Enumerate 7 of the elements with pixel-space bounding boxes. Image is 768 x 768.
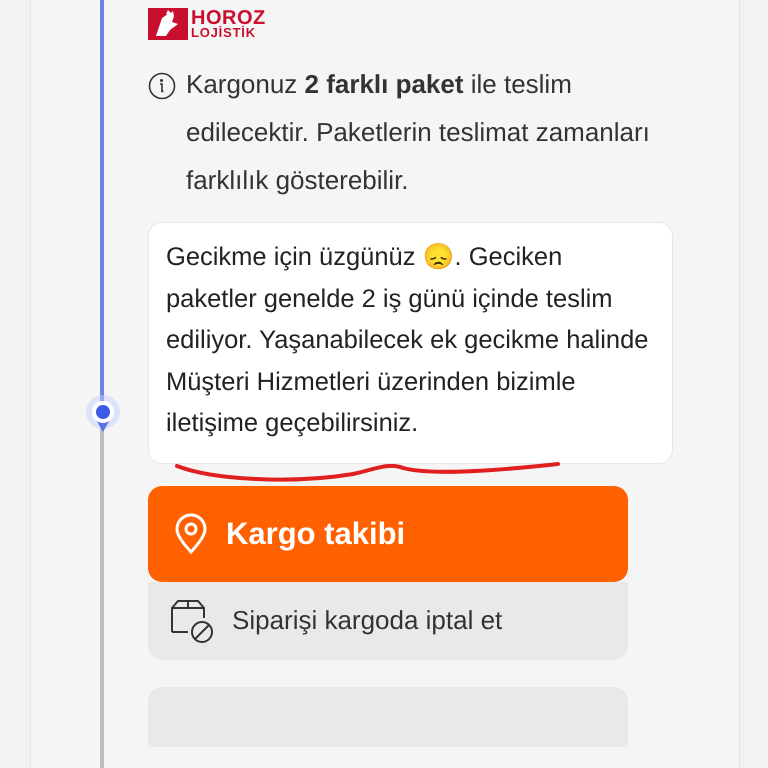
- message-bubble: Gecikme için üzgünüz 😞. Geciken paketler genelde 2 iş günü içinde teslim ediliyor. Yaşanabilecek ek gecikme halinde Müşteri Hizmetleri üzerinden bizimle iletişime geçebilirsiniz.: [148, 222, 673, 464]
- info-icon: [148, 72, 176, 100]
- info-note: Kargonuz 2 farklı paket ile teslim edilecektir. Paketlerin teslimat zamanları farklılık gösterebilir.: [186, 68, 651, 197]
- cancel-order-button[interactable]: Siparişi kargoda iptal et: [148, 582, 628, 660]
- logo-text: LOJİSTİK: [191, 27, 256, 39]
- logo-text: HOROZ: [191, 9, 266, 28]
- rooster-logo-icon: [148, 8, 188, 40]
